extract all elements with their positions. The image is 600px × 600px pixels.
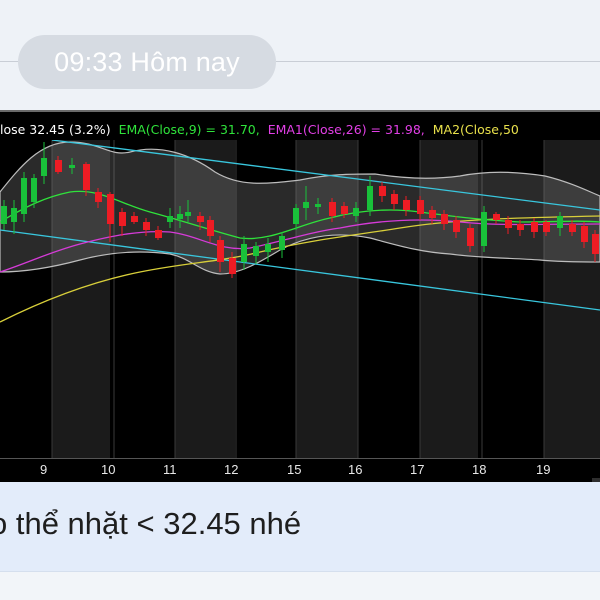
timestamp-pill: 09:33 Hôm nay (18, 35, 276, 89)
candle-up (481, 206, 487, 252)
message-bubble[interactable]: o thể nhặt < 32.45 nhé (0, 482, 600, 572)
date-tick: 16 (348, 462, 363, 477)
timestamp-divider-right (276, 61, 600, 62)
close-price-label: lose 32.45 (3.2%) (0, 122, 111, 137)
message-text: o thể nhặt < 32.45 nhé (0, 506, 302, 541)
timestamp-divider-left (0, 61, 18, 62)
ema1-label: EMA1(Close,26) = 31.98, (267, 122, 425, 137)
date-axis: 9 10 11 12 15 16 17 18 19 (0, 458, 600, 483)
chat-background (0, 572, 600, 600)
date-tick: 18 (472, 462, 487, 477)
date-tick: 17 (410, 462, 425, 477)
candlestick-chart (0, 139, 600, 458)
date-tick: 11 (163, 462, 177, 477)
timestamp-row: 09:33 Hôm nay (0, 0, 600, 110)
date-tick: 9 (40, 462, 48, 477)
ema-label: EMA(Close,9) = 31.70, (118, 122, 260, 137)
date-tick: 15 (287, 462, 302, 477)
date-tick: 10 (101, 462, 116, 477)
date-tick: 12 (224, 462, 239, 477)
date-tick: 19 (536, 462, 551, 477)
indicator-legend: lose 32.45 (3.2%) EMA(Close,9) = 31.70, … (0, 120, 600, 140)
stock-chart-image[interactable]: lose 32.45 (3.2%) EMA(Close,9) = 31.70, … (0, 110, 600, 482)
ma2-label: MA2(Close,50 (432, 122, 519, 137)
